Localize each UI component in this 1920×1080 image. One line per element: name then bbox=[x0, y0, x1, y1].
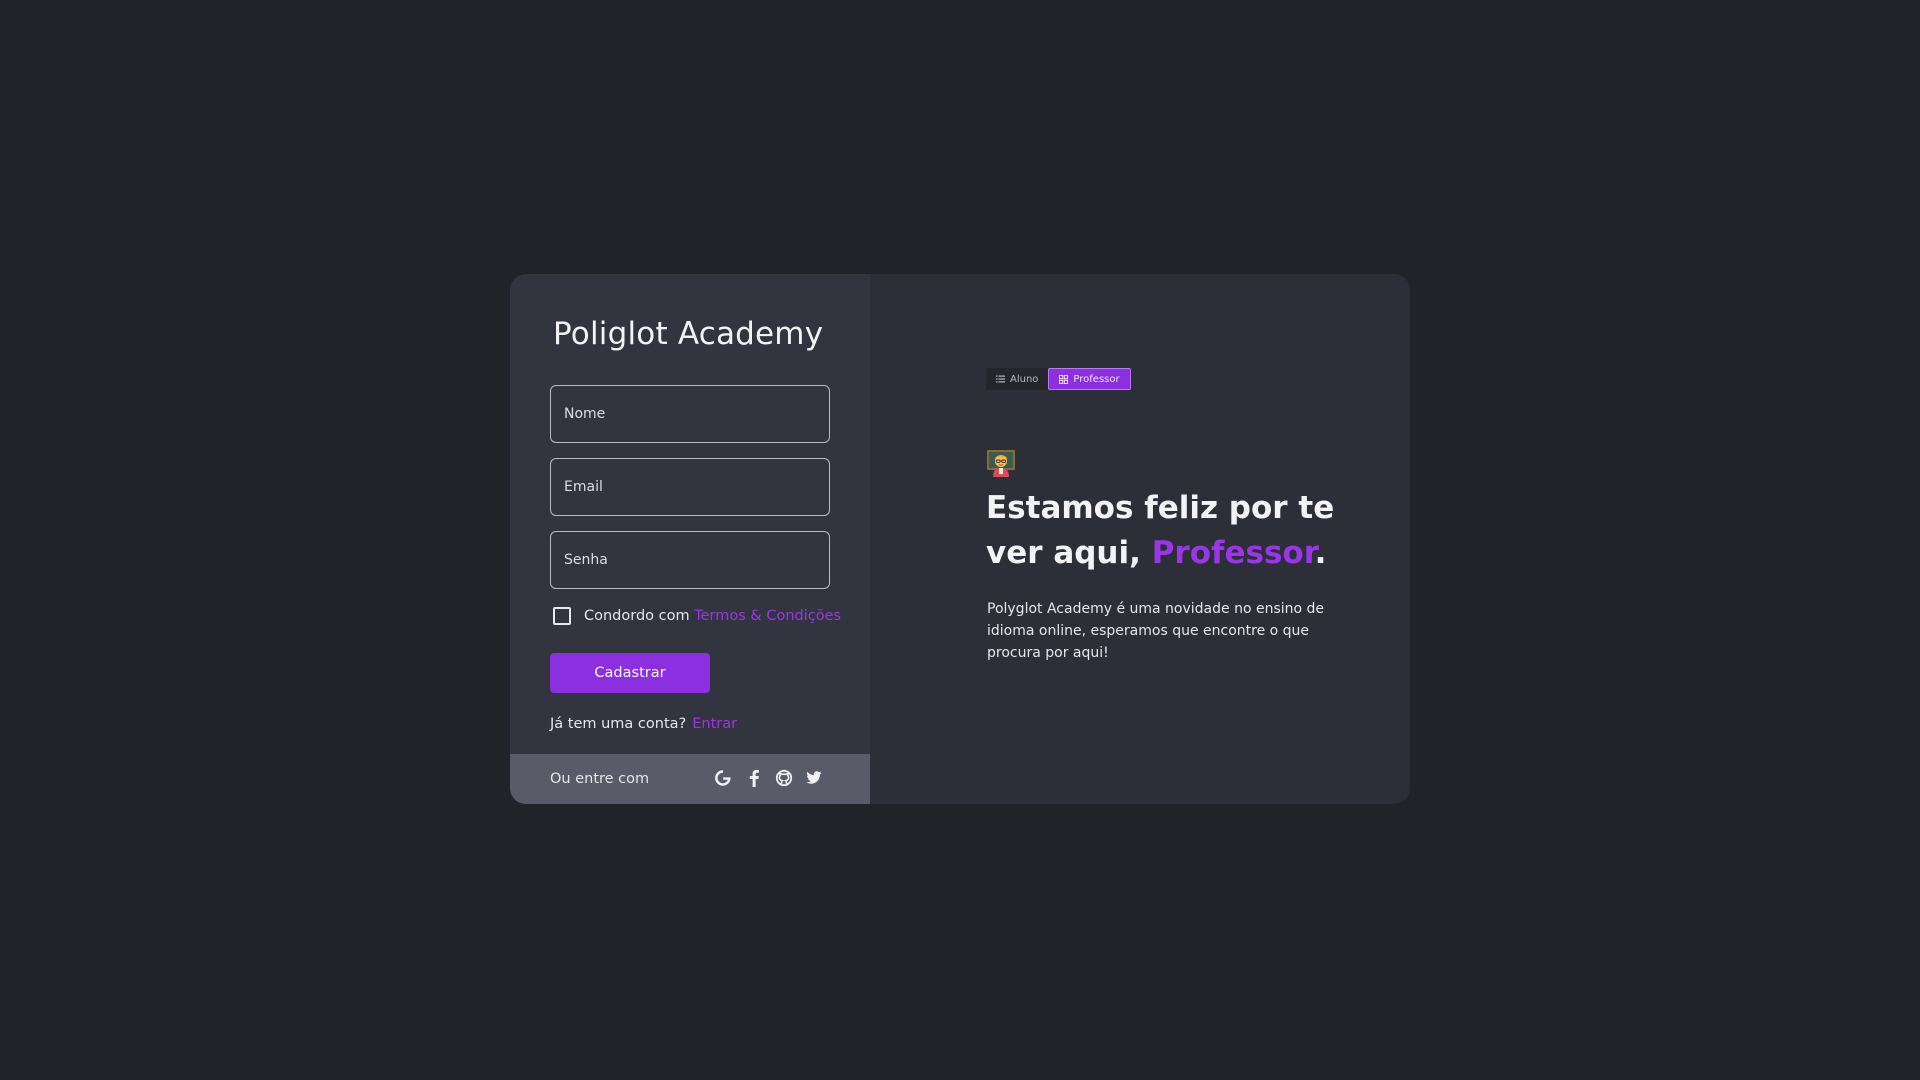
role-option-aluno[interactable]: Aluno bbox=[986, 368, 1048, 390]
twitter-icon[interactable] bbox=[804, 768, 824, 788]
github-icon[interactable] bbox=[774, 768, 794, 788]
welcome-panel: Aluno Professor Estamos feliz por te ver… bbox=[870, 274, 1410, 804]
headline-highlight: Professor bbox=[1151, 535, 1315, 571]
signup-button[interactable]: Cadastrar bbox=[550, 653, 710, 693]
terms-prefix: Condordo com bbox=[584, 608, 690, 624]
name-field[interactable] bbox=[550, 385, 830, 443]
email-field[interactable] bbox=[550, 458, 830, 516]
role-option-label: Aluno bbox=[1010, 373, 1039, 385]
social-login-bar: Ou entre com bbox=[510, 754, 870, 804]
google-icon[interactable] bbox=[713, 768, 733, 788]
list-icon bbox=[996, 375, 1005, 383]
password-field[interactable] bbox=[550, 531, 830, 589]
terms-checkbox[interactable] bbox=[553, 607, 571, 625]
name-input[interactable] bbox=[564, 406, 816, 422]
email-input[interactable] bbox=[564, 479, 816, 495]
signup-panel: Poliglot Academy Condordo com Termos & C… bbox=[510, 274, 870, 804]
welcome-description: Polyglot Academy é uma novidade no ensin… bbox=[987, 601, 1325, 661]
teacher-emoji-icon bbox=[986, 447, 1016, 477]
role-toggle: Aluno Professor bbox=[986, 368, 1131, 390]
facebook-icon[interactable] bbox=[744, 768, 764, 788]
welcome-headline: Estamos feliz por te ver aqui, Professor… bbox=[986, 486, 1366, 576]
grid-icon bbox=[1059, 374, 1069, 384]
headline-suffix: . bbox=[1314, 535, 1327, 571]
login-prompt-row: Já tem uma conta? Entrar bbox=[550, 716, 737, 732]
signup-card: Poliglot Academy Condordo com Termos & C… bbox=[510, 274, 1410, 804]
terms-row: Condordo com Termos & Condições bbox=[553, 607, 841, 625]
password-input[interactable] bbox=[564, 552, 816, 568]
role-option-label: Professor bbox=[1073, 373, 1120, 385]
app-title: Poliglot Academy bbox=[553, 316, 824, 352]
login-link[interactable]: Entrar bbox=[692, 716, 737, 732]
role-option-professor[interactable]: Professor bbox=[1048, 368, 1131, 390]
login-prompt: Já tem uma conta? bbox=[550, 716, 687, 732]
social-login-label: Ou entre com bbox=[550, 771, 650, 787]
terms-link[interactable]: Termos & Condições bbox=[694, 608, 841, 624]
